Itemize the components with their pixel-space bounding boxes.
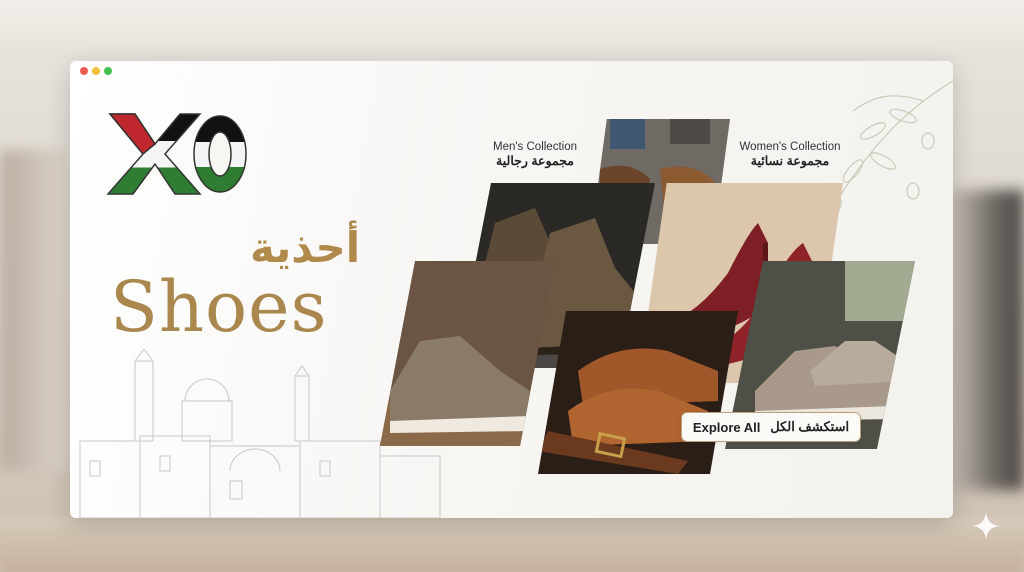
photo-loafers-and-belt[interactable] — [538, 311, 738, 474]
background-floor — [0, 517, 1024, 572]
minimize-dot[interactable] — [92, 67, 100, 75]
page-title: Shoes — [110, 266, 328, 348]
mens-collection-label-arabic: مجموعة رجالية — [496, 154, 574, 168]
maximize-dot[interactable] — [104, 67, 112, 75]
womens-collection-caption: Women's Collection مجموعة نسائية — [730, 141, 850, 168]
close-dot[interactable] — [80, 67, 88, 75]
mens-collection-label: Men's Collection — [492, 141, 577, 153]
womens-collection-label: Women's Collection — [739, 141, 841, 153]
background-shelf-right — [949, 190, 1024, 490]
background-ceiling — [0, 0, 1024, 60]
mens-collection-caption: Men's Collection مجموعة رجالية — [485, 141, 585, 168]
photo-canvas-sneakers[interactable] — [380, 261, 555, 446]
background-shelf-left — [0, 150, 70, 470]
explore-all-button[interactable]: Explore All استكشف الكل — [681, 412, 861, 442]
explore-all-label-arabic: استكشف الكل — [770, 419, 850, 434]
page-title-arabic: أحذية — [250, 223, 361, 272]
sparkle-icon — [972, 512, 1000, 540]
womens-collection-label-arabic: مجموعة نسائية — [750, 154, 830, 168]
xo-logo — [106, 113, 247, 195]
explore-all-label: Explore All — [692, 419, 761, 435]
browser-window: أحذية Shoes Men's Collection مجموعة رجال… — [70, 61, 953, 518]
